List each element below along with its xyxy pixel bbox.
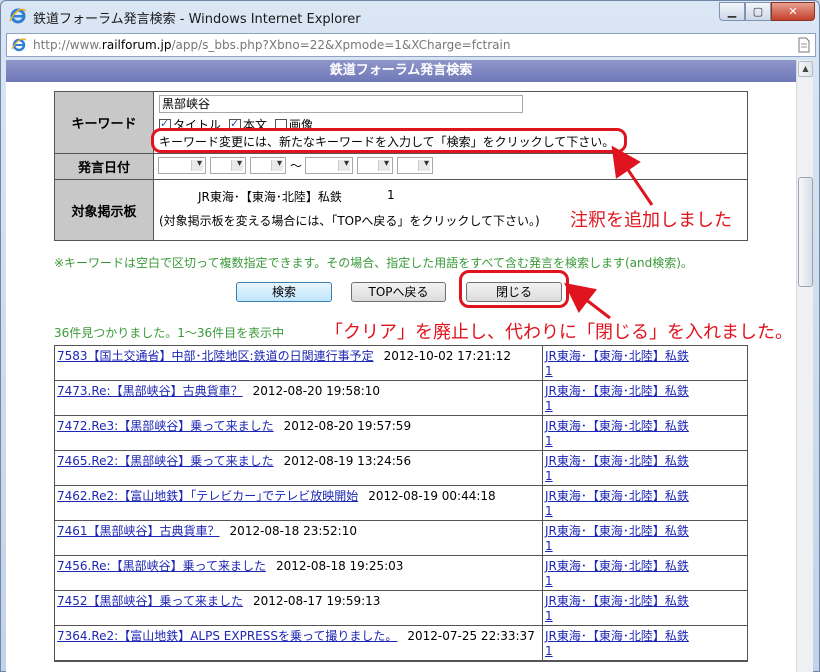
annotation-clear-replaced: 「クリア」を廃止し、代わりに「閉じる」を入れました。 <box>325 322 793 343</box>
annotation-note-added: 注釈を追加しました <box>570 210 732 231</box>
